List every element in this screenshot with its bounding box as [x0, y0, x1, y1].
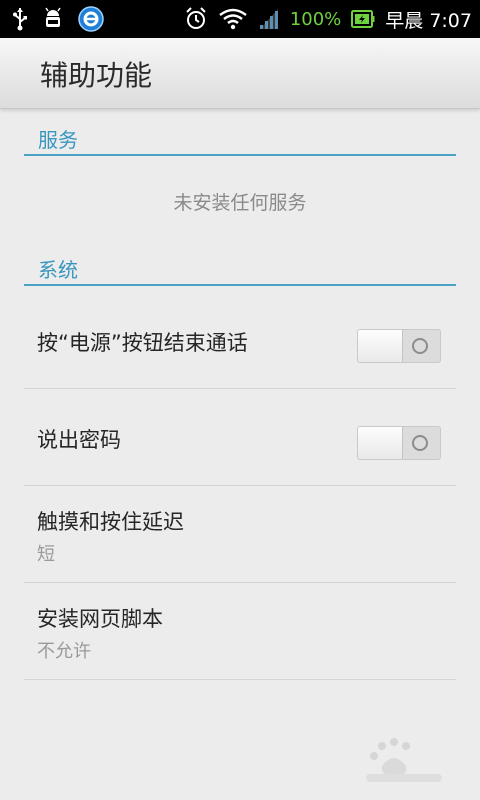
page-title: 辅助功能: [40, 59, 153, 92]
setting-title: 安装网页脚本: [37, 607, 163, 631]
toggle-off-icon: [412, 338, 428, 354]
browser-notification-icon: [78, 6, 104, 32]
battery-charging-icon: [351, 10, 375, 28]
setting-summary: 短: [37, 544, 55, 565]
watermark-logo-icon: [366, 738, 442, 782]
alarm-clock-icon: [186, 7, 206, 29]
speak-passwords-toggle[interactable]: [357, 426, 441, 460]
setting-install-web-scripts[interactable]: 安装网页脚本 不允许: [24, 583, 456, 680]
title-bar: 辅助功能: [0, 38, 480, 109]
toggle-off-icon: [412, 435, 428, 451]
setting-title: 按“电源”按钮结束通话: [37, 331, 248, 355]
accessibility-settings-screen: 辅助功能 服务 未安装任何服务 系统 按“电源”按钮结束通话 说出密码 触摸和按…: [0, 38, 480, 800]
setting-title: 说出密码: [37, 428, 121, 452]
status-bar: 100% 早晨 7:07: [0, 0, 480, 38]
power-button-ends-call-toggle[interactable]: [357, 329, 441, 363]
setting-touch-hold-delay[interactable]: 触摸和按住延迟 短: [24, 486, 456, 583]
section-label-system: 系统: [38, 258, 78, 282]
section-header-services: 服务: [24, 122, 456, 156]
section-header-system: 系统: [24, 252, 456, 286]
toggle-knob: [358, 330, 403, 362]
android-debug-icon: [45, 7, 61, 27]
toggle-knob: [358, 427, 403, 459]
status-time: 早晨 7:07: [385, 9, 472, 32]
usb-icon: [13, 8, 27, 31]
signal-strength-icon: [259, 9, 278, 29]
battery-percent: 100%: [289, 8, 342, 30]
setting-summary: 不允许: [37, 641, 91, 662]
section-label-services: 服务: [38, 128, 78, 152]
setting-speak-passwords[interactable]: 说出密码: [24, 389, 456, 486]
no-services-text: 未安装任何服务: [173, 192, 307, 214]
status-left-icons: [12, 6, 104, 32]
setting-title: 触摸和按住延迟: [37, 510, 184, 534]
wifi-icon: [219, 8, 247, 30]
status-right-icons: 100% 早晨 7:07: [184, 4, 472, 34]
setting-power-button-ends-call[interactable]: 按“电源”按钮结束通话: [24, 292, 456, 389]
